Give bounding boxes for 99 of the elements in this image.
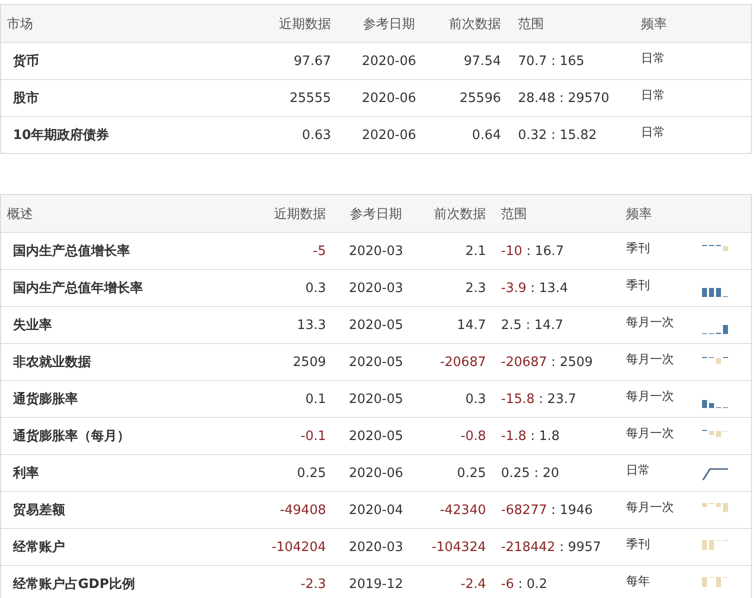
column-header: 参考日期 xyxy=(362,16,416,32)
table-cell-text: 贸易差额 xyxy=(12,502,66,519)
sparkline xyxy=(702,288,728,297)
table-cell-text: 国内生产总值增长率 xyxy=(12,242,131,260)
table-cell-text: 0.25 xyxy=(456,466,487,480)
table-cell-text: 97.54 xyxy=(462,54,502,68)
table-cell-text: -3.9 : 13.4 xyxy=(500,280,569,296)
table-cell-text: 13.3 xyxy=(296,318,327,332)
table-cell-text: 0.25 : 20 xyxy=(500,466,560,480)
table-cell-text: 日常 xyxy=(641,86,666,104)
table-cell-text: -0.8 xyxy=(460,428,487,444)
column-header: 范围 xyxy=(517,16,545,32)
table-cell-text: 非农就业数据 xyxy=(12,354,92,371)
column-header: 近期数据 xyxy=(278,16,332,32)
table-cell-text: 0.63 xyxy=(301,128,332,142)
table-cell-text: 日常 xyxy=(625,462,651,478)
table-cell-text: -20687 xyxy=(438,354,487,370)
table-cell-text: -218442 : 9957 xyxy=(500,540,602,554)
table-cell-text: 每月一次 xyxy=(625,350,675,368)
column-header: 概述 xyxy=(6,206,34,222)
column-header: 市场 xyxy=(6,16,34,32)
table-cell-text: 2020-03 xyxy=(348,244,404,258)
table-cell-text: 25555 xyxy=(288,90,332,106)
table-cell-text: 2020-03 xyxy=(348,540,404,554)
table-cell-text: -1.8 : 1.8 xyxy=(500,428,561,444)
table-cell-text: -104204 xyxy=(270,540,327,554)
table-cell-text: 0.3 xyxy=(464,392,487,406)
table-cell-text: 货币 xyxy=(12,52,40,70)
table-cell-text: 2020-05 xyxy=(348,354,404,370)
table-cell-text: -42340 xyxy=(438,502,487,518)
table-cell-text: 0.32 : 15.82 xyxy=(517,128,598,142)
sparkline xyxy=(702,430,728,437)
table-cell-text: 14.7 xyxy=(456,318,487,332)
table-cell-text: 0.25 xyxy=(296,466,327,480)
table-cell-text: 2.5 : 14.7 xyxy=(500,318,564,332)
table-cell-text: 10年期政府债券 xyxy=(12,126,110,144)
table-cell-text: 0.1 xyxy=(304,392,327,406)
table-cell-text: 季刊 xyxy=(625,536,651,552)
table-cell-text: 2020-04 xyxy=(348,502,404,518)
table-cell-text: -5 xyxy=(312,244,327,258)
table-cell-text: 2020-06 xyxy=(360,54,418,68)
table-cell-text: 每月一次 xyxy=(625,424,675,442)
column-header: 频率 xyxy=(641,16,668,32)
table-cell-text: 25596 xyxy=(458,90,502,106)
table-cell-text: 日常 xyxy=(641,50,666,66)
table-cell-text: 经常账户 xyxy=(12,538,66,556)
column-header: 近期数据 xyxy=(273,206,327,222)
table-cell-text: 2509 xyxy=(292,354,327,370)
table-cell-text: 通货膨胀率 xyxy=(12,390,79,408)
table-cell-text: 失业率 xyxy=(12,316,53,334)
sparkline xyxy=(702,245,728,251)
table-cell-text: 2.3 xyxy=(464,280,487,296)
table-cell-text: 国内生产总值年增长率 xyxy=(12,280,144,297)
table-cell-text: 97.67 xyxy=(292,54,332,68)
sparkline xyxy=(702,503,728,512)
table-cell-text: 每年 xyxy=(625,572,651,590)
table-cell-text: -20687 : 2509 xyxy=(500,354,594,370)
table-cell-text: 0.64 xyxy=(471,128,502,142)
column-header: 前次数据 xyxy=(433,206,487,222)
table-cell-text: 季刊 xyxy=(625,240,651,256)
table-cell-text: -6 : 0.2 xyxy=(500,576,548,592)
column-header: 范围 xyxy=(500,206,528,222)
table-cell-text: -2.4 xyxy=(460,576,487,592)
table-cell-text: 每月一次 xyxy=(625,388,675,404)
sparkline xyxy=(702,577,728,587)
table-cell-text: 每月一次 xyxy=(625,314,675,330)
column-header: 频率 xyxy=(625,206,653,222)
table-cell-text: 70.7 : 165 xyxy=(517,54,586,68)
table-cell-text: -10 : 16.7 xyxy=(500,244,565,258)
table-cell-text: 季刊 xyxy=(625,276,651,294)
table-cell-text: 2019-12 xyxy=(348,576,404,592)
sparkline xyxy=(702,325,728,334)
table-cell-text: -68277 : 1946 xyxy=(500,502,594,518)
table-cell-text: 0.3 xyxy=(304,280,327,296)
table-cell-text: -104324 xyxy=(430,540,487,554)
table-cell-text: 2020-06 xyxy=(348,466,404,480)
table-cell-text: 2020-05 xyxy=(348,392,404,406)
table-cell-text: -49408 xyxy=(278,502,327,518)
table-cell-text: -15.8 : 23.7 xyxy=(500,392,578,406)
column-header: 前次数据 xyxy=(448,16,502,32)
table-cell-text: 2020-03 xyxy=(348,280,404,296)
table-cell-text: 通货膨胀率（每月） xyxy=(12,428,131,445)
table-cell-text: 2020-06 xyxy=(360,128,418,142)
sparkline xyxy=(702,400,728,408)
table-cell-text: 股市 xyxy=(12,90,40,107)
table-cell-text: 每月一次 xyxy=(625,498,675,516)
table-cell-text: 利率 xyxy=(12,464,40,482)
column-header: 参考日期 xyxy=(349,206,403,222)
table-cell-text: 经常账户占GDP比例 xyxy=(12,576,136,593)
table-cell-text: -0.1 xyxy=(300,428,327,444)
sparkline xyxy=(702,540,728,550)
table-cell-text: 2020-06 xyxy=(360,90,418,106)
sparkline xyxy=(702,357,728,364)
table-cell-text: 日常 xyxy=(641,124,666,140)
table-cell-text: 2020-05 xyxy=(348,428,404,444)
table-cell-text: 28.48 : 29570 xyxy=(517,90,610,106)
table-cell-text: 2.1 xyxy=(464,244,487,258)
table-cell-text: -2.3 xyxy=(300,576,327,592)
table-cell-text: 2020-05 xyxy=(348,318,404,332)
